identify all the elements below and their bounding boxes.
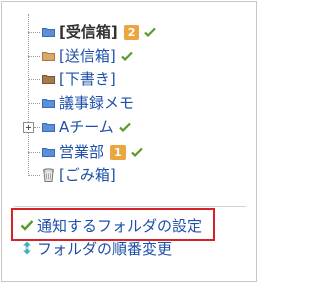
trash-icon — [42, 167, 55, 183]
folder-sent[interactable]: [送信箱] — [42, 46, 133, 66]
folder-drafts[interactable]: [下書き] — [42, 69, 116, 89]
unread-count-badge: 1 — [110, 144, 126, 160]
folder-icon — [42, 51, 55, 61]
check-icon — [144, 26, 157, 38]
folder-inbox[interactable]: [受信箱] 2 — [42, 22, 157, 42]
folder-minutes-memo[interactable]: 議事録メモ — [42, 93, 134, 113]
check-icon — [20, 218, 34, 232]
tree-line — [28, 175, 40, 176]
folder-icon — [42, 74, 55, 84]
notify-folder-settings-label: 通知するフォルダの設定 — [37, 216, 203, 235]
folder-label: 議事録メモ — [59, 94, 135, 112]
folder-a-team[interactable]: Aチーム — [42, 117, 131, 137]
tree-line — [28, 79, 40, 80]
check-icon — [120, 50, 133, 62]
reorder-folders-link[interactable]: フォルダの順番変更 — [20, 238, 172, 258]
folder-label: [受信箱] — [59, 23, 118, 41]
divider — [14, 206, 246, 207]
notify-folder-settings-link[interactable]: 通知するフォルダの設定 — [20, 215, 202, 235]
unread-count-badge: 2 — [123, 24, 140, 40]
folder-icon — [42, 98, 55, 108]
tree-line — [28, 103, 40, 104]
expand-plus-icon[interactable] — [23, 122, 34, 133]
tree-line — [28, 32, 40, 33]
folder-label: 営業部 — [59, 143, 105, 161]
folder-label: Aチーム — [59, 118, 114, 136]
folder-icon — [42, 122, 55, 132]
up-down-arrow-icon — [20, 241, 34, 255]
tree-line — [28, 56, 40, 57]
check-icon — [119, 121, 131, 133]
folder-icon — [42, 27, 55, 37]
check-icon — [130, 146, 143, 158]
folder-label: [ごみ箱] — [59, 166, 116, 184]
tree-line — [34, 127, 40, 128]
tree-line — [28, 152, 40, 153]
folder-sales[interactable]: 営業部 1 — [42, 142, 143, 162]
folder-label: [送信箱] — [59, 47, 116, 65]
folder-trash[interactable]: [ごみ箱] — [42, 165, 116, 185]
reorder-folders-label: フォルダの順番変更 — [37, 239, 173, 258]
folder-icon — [42, 147, 55, 157]
tree-line — [28, 14, 29, 174]
folder-label: [下書き] — [59, 70, 116, 88]
